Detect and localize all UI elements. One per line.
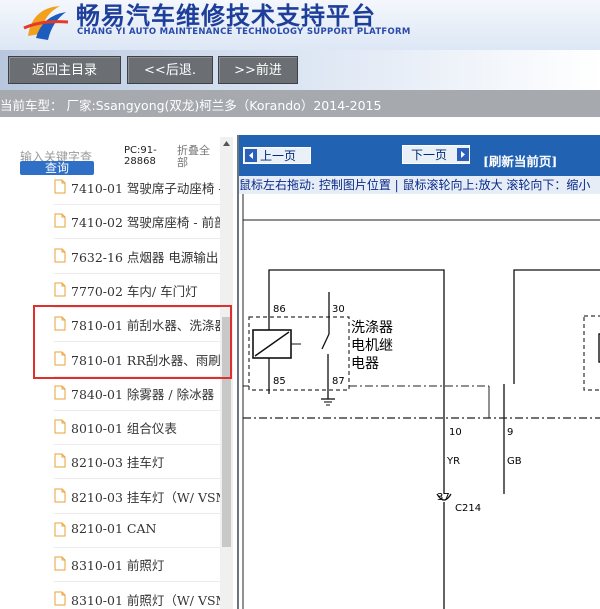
tree-item[interactable]: 7632-16 点烟器 电源输出 — [54, 239, 222, 274]
pin-87-label: 87 — [332, 376, 345, 387]
platform-subtitle: CHANG YI AUTO MAINTENANCE TECHNOLOGY SUP… — [77, 27, 411, 37]
tree-item[interactable]: 8210-03 挂车灯（W/ VSM — [54, 479, 222, 514]
tree-item-label: 7410-01 驾驶席子动座椅 - — [71, 181, 222, 196]
arrow-left-icon — [245, 149, 257, 162]
tree-item[interactable]: 8210-03 挂车灯 — [54, 444, 222, 480]
tree-item[interactable]: 7410-01 驾驶席子动座椅 - — [54, 170, 222, 205]
document-icon — [54, 453, 66, 468]
current-model-bar: 当前车型： 厂家:Ssangyong(双龙)柯兰多（Korando）2014-2… — [0, 90, 600, 117]
tree-item[interactable]: 7770-02 车内/ 车门灯 — [54, 273, 222, 308]
tree-item-label: 8310-01 前照灯 — [71, 558, 165, 574]
connector-name-label: C214 — [455, 503, 481, 514]
document-icon — [54, 213, 66, 228]
document-icon — [54, 522, 66, 537]
diagram-viewer[interactable]: 上一页 下一页 [刷新当前页] 鼠标左右拖动: 控制图片位置 | 鼠标滚轮向上:… — [237, 135, 600, 609]
tree-item-label: 8210-03 挂车灯（W/ VSM — [71, 489, 222, 505]
pc-line-2: 28868 — [124, 156, 156, 167]
tree-item-label: 7840-01 除雾器 / 除冰器 — [71, 386, 215, 402]
document-icon — [54, 591, 66, 606]
brand-logo-icon — [23, 6, 69, 40]
prev-page-button[interactable]: 上一页 — [243, 147, 311, 164]
connector-pin-label: 37 — [437, 492, 450, 503]
tree-item[interactable]: 8210-01 CAN — [54, 513, 222, 548]
selection-highlight-box — [33, 305, 232, 379]
tree-item-label: 8210-03 挂车灯 — [71, 455, 165, 471]
prev-page-label: 上一页 — [260, 149, 297, 163]
tree-item-label: 7410-02 驾驶席座椅 - 前部 — [71, 215, 222, 231]
tree-item[interactable]: 8010-01 组合仪表 — [54, 410, 222, 446]
wiring-diagram: 86 30 85 87 洗涤器 电机继 电器 10 YR 9 GB 37 C21… — [242, 194, 600, 609]
document-icon — [54, 179, 66, 194]
document-icon — [54, 248, 66, 263]
collapse-all-button[interactable]: 折叠全 部 — [177, 145, 210, 169]
document-icon — [54, 419, 66, 434]
pin-85-label: 85 — [273, 376, 286, 387]
collapse-line-2: 部 — [177, 156, 188, 169]
document-icon — [54, 556, 66, 571]
document-icon — [54, 282, 66, 297]
tree-item-label: 7770-02 车内/ 车门灯 — [71, 283, 198, 299]
mouse-hint-text: 鼠标左右拖动: 控制图片位置 | 鼠标滚轮向上:放大 滚轮向下：缩小 — [239, 176, 600, 194]
forward-button[interactable]: >>前进 — [218, 56, 298, 84]
refresh-page-link[interactable]: [刷新当前页] — [483, 151, 557, 170]
pin-86-label: 86 — [273, 304, 286, 315]
tree-item-label: 7632-16 点烟器 电源输出 — [71, 249, 219, 265]
tree-item-label: 8210-01 CAN — [71, 521, 157, 536]
pin-30-label: 30 — [332, 304, 345, 315]
document-icon — [54, 385, 66, 400]
next-page-label: 下一页 — [411, 148, 448, 162]
wire-1-pin-label: 10 — [449, 427, 462, 438]
tree-item-label: 8310-01 前照灯（W/ VSM — [71, 592, 222, 608]
current-model-text: 当前车型： 厂家:Ssangyong(双龙)柯兰多（Korando）2014-2… — [0, 98, 382, 113]
viewer-toolbar: 上一页 下一页 [刷新当前页] — [239, 135, 600, 176]
tree-item[interactable]: 7840-01 除雾器 / 除冰器 — [54, 376, 222, 411]
tree-item[interactable]: 8310-01 前照灯 — [54, 547, 222, 583]
back-button[interactable]: <<后退. — [127, 56, 213, 84]
next-page-button[interactable]: 下一页 — [402, 145, 470, 164]
header: 畅易汽车维修技术支持平台 CHANG YI AUTO MAINTENANCE T… — [0, 0, 600, 50]
arrow-right-icon — [457, 148, 469, 161]
relay-name-line-3: 电器 — [351, 356, 379, 372]
tree-item-label: 8010-01 组合仪表 — [71, 421, 177, 437]
pc-line-1: PC:91- — [124, 145, 157, 156]
toolbar: 返回主目录 <<后退. >>前进 — [0, 50, 600, 90]
home-button[interactable]: 返回主目录 — [8, 56, 121, 84]
relay-name-line-2: 电机继 — [351, 338, 393, 354]
tree-item[interactable]: 7410-02 驾驶席座椅 - 前部 — [54, 204, 222, 240]
tree-item[interactable]: 8310-01 前照灯（W/ VSM — [54, 582, 222, 609]
pc-info: PC:91- 28868 — [124, 145, 157, 167]
scroll-up-arrow-icon[interactable] — [220, 137, 233, 151]
wire-2-color-label: GB — [507, 456, 522, 467]
wire-1-color-label: YR — [446, 456, 460, 467]
document-icon — [54, 488, 66, 503]
relay-name-line-1: 洗涤器 — [351, 320, 393, 336]
wire-2-pin-label: 9 — [507, 427, 513, 438]
